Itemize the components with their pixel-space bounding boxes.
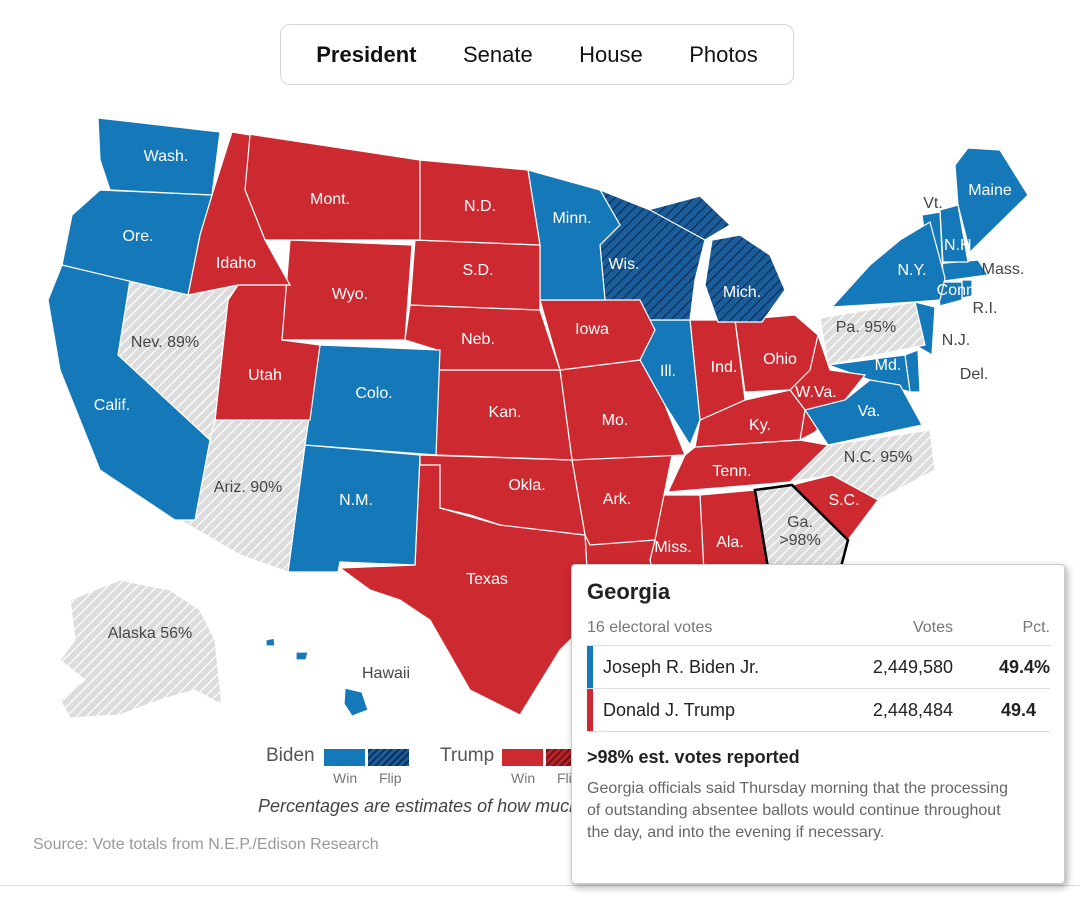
state-tooltip: Georgia 16 electoral votes Votes Pct. Jo… <box>571 564 1065 884</box>
state-label-ma: Mass. <box>982 261 1025 278</box>
legend-biden: Biden Win Flip <box>266 745 409 786</box>
state-label-me: Maine <box>968 182 1012 199</box>
electoral-votes: 16 electoral votes <box>587 619 713 636</box>
state-label-vt: Vt. <box>923 195 943 212</box>
state-mt[interactable] <box>234 131 421 241</box>
candidate-pct: 49.4% <box>998 656 1050 677</box>
state-label-wi: Wis. <box>608 256 639 273</box>
candidate-name: Donald J. Trump <box>603 699 736 720</box>
divider <box>0 885 1080 886</box>
state-label-al: Ala. <box>716 534 744 551</box>
candidate-votes: 2,448,484 <box>872 699 953 720</box>
state-label-ri: R.I. <box>973 300 998 317</box>
state-label-ia: Iowa <box>575 321 609 338</box>
votes-column-header: Votes <box>912 619 953 636</box>
state-ny[interactable] <box>830 221 946 308</box>
votes-reported: >98% est. votes reported <box>587 747 800 767</box>
state-label-mt: Mont. <box>310 191 350 208</box>
state-label-ne: Neb. <box>461 331 495 348</box>
state-label-mo: Mo. <box>602 412 629 429</box>
state-label-ct: Conn. <box>937 282 980 299</box>
state-shape[interactable] <box>295 651 309 661</box>
state-shape[interactable] <box>59 579 223 719</box>
state-shape[interactable] <box>830 221 946 308</box>
state-label-nh: N.H. <box>944 237 976 254</box>
state-label-hi: Hawaii <box>362 665 410 682</box>
state-label-nj: N.J. <box>942 332 970 349</box>
state-label-wv: W.Va. <box>795 384 837 401</box>
state-label-wy: Wyo. <box>332 286 368 303</box>
state-label-ms: Miss. <box>654 539 691 556</box>
state-label-nm: N.M. <box>339 492 373 509</box>
state-label-nc: N.C. 95% <box>844 449 912 466</box>
candidate-votes: 2,449,580 <box>872 656 953 677</box>
legend-biden-label: Biden <box>266 745 315 766</box>
state-label-nd: N.D. <box>464 198 496 215</box>
state-label-ca: Calif. <box>94 397 130 414</box>
state-label-oh: Ohio <box>763 351 797 368</box>
state-label-pa: Pa. 95% <box>836 319 896 336</box>
state-label-ak: Alaska 56% <box>108 625 193 642</box>
state-label-mn: Minn. <box>552 210 591 227</box>
state-hi[interactable] <box>265 637 369 717</box>
state-ak[interactable] <box>59 579 223 719</box>
tooltip-header: 16 electoral votes Votes Pct. <box>587 619 1050 646</box>
tooltip-description: Georgia officials said Thursday morning … <box>587 780 1008 841</box>
state-label-co: Colo. <box>355 385 392 402</box>
state-label-in: Ind. <box>711 359 738 376</box>
candidate-pct: 49.4 <box>1000 699 1036 720</box>
legend-win-label: Win <box>511 770 536 786</box>
legend-win-label: Win <box>333 770 358 786</box>
legend-flip-label: Flip <box>379 770 402 786</box>
state-label-sc: S.C. <box>828 492 859 509</box>
state-label-mi: Mich. <box>723 284 761 301</box>
state-label-ut: Utah <box>248 367 282 384</box>
state-label-az: Ariz. 90% <box>214 479 282 496</box>
legend-trump-label: Trump <box>440 745 495 766</box>
state-shape[interactable] <box>234 131 421 241</box>
legend-biden-win-swatch <box>324 749 365 766</box>
state-label-ar: Ark. <box>603 491 631 508</box>
legend-trump-win-swatch <box>502 749 543 766</box>
state-shape[interactable] <box>704 234 786 323</box>
state-label-il: Ill. <box>660 363 676 380</box>
state-label-va: Va. <box>858 403 881 420</box>
state-label-or: Ore. <box>122 228 153 245</box>
state-label-ks: Kan. <box>489 404 522 421</box>
state-label-ky: Ky. <box>749 417 771 434</box>
state-label-nv: Nev. 89% <box>131 334 199 351</box>
state-label-md: Md. <box>875 357 902 374</box>
state-label-id: Idaho <box>216 255 256 272</box>
state-shape[interactable] <box>343 687 369 717</box>
source-credit: Source: Vote totals from N.E.P./Edison R… <box>33 836 379 853</box>
legend-trump: Trump Win Flip <box>440 745 587 786</box>
candidate-name: Joseph R. Biden Jr. <box>603 656 760 677</box>
party-color-bar <box>587 689 593 731</box>
candidate-row: Joseph R. Biden Jr. 2,449,580 49.4% <box>587 646 1050 689</box>
state-shape[interactable] <box>265 637 276 647</box>
state-label-tx: Texas <box>466 571 508 588</box>
state-label-ny: N.Y. <box>897 262 926 279</box>
candidate-row: Donald J. Trump 2,448,484 49.4 <box>587 689 1050 732</box>
state-label-tn: Tenn. <box>712 463 751 480</box>
legend-biden-flip-swatch <box>368 749 409 766</box>
state-label-de: Del. <box>960 366 988 383</box>
party-color-bar <box>587 646 593 688</box>
state-label-ok: Okla. <box>508 477 545 494</box>
state-label-sd: S.D. <box>462 262 493 279</box>
tooltip-state-name: Georgia <box>587 579 671 604</box>
pct-column-header: Pct. <box>1022 619 1050 636</box>
state-label-wa: Wash. <box>144 148 189 165</box>
